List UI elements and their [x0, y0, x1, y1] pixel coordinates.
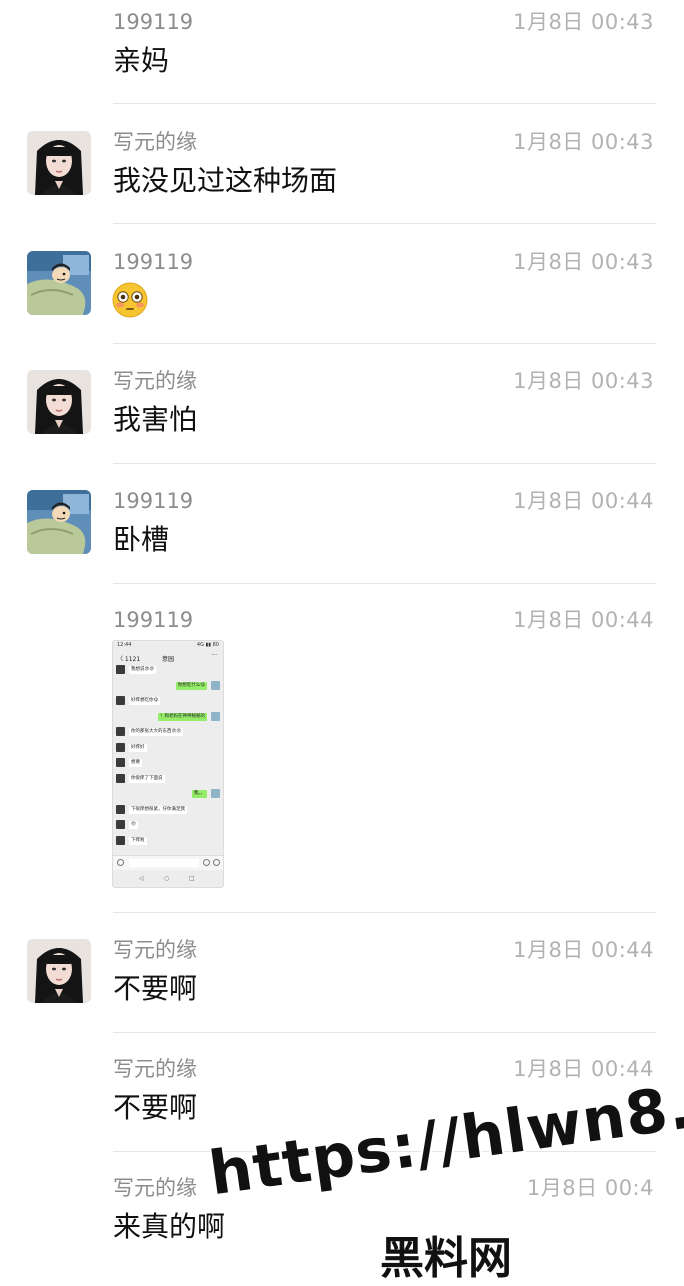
- chat-screenshot-image[interactable]: 12:44 4G ▮▮ 80 〈 1121 意园 ··· 我想说😡😡 你想吃什么😋…: [112, 640, 224, 888]
- avatar-girl[interactable]: [27, 370, 91, 434]
- message-text: 亲妈: [113, 44, 170, 77]
- thumb-bubble: 我。。: [191, 790, 207, 798]
- thumb-avatar: [116, 758, 125, 767]
- message-item[interactable]: 199119 1月8日 00:43: [0, 224, 684, 344]
- sender-name: 写元的缘: [113, 1176, 197, 1200]
- thumb-message-row: 好痒好: [113, 742, 223, 754]
- thumb-input-box: [129, 859, 199, 867]
- avatar-girl[interactable]: [27, 939, 91, 1003]
- message-time: 1月8日 00:44: [513, 608, 654, 632]
- thumb-message-row: 我想说😡😡: [113, 665, 223, 676]
- thumb-avatar: [116, 727, 125, 736]
- thumb-bubble: 你的那张大大的东西😡😡: [129, 728, 183, 736]
- thumb-message-row: 下很痒想很紧，仔你满足我: [113, 804, 223, 816]
- message-text: 我没见过这种场面: [113, 164, 338, 197]
- thumb-voice-icon: [117, 859, 124, 866]
- thumb-bubble: 😠: [129, 821, 138, 829]
- thumb-avatar: [116, 835, 125, 845]
- thumb-title: 意园: [161, 656, 174, 663]
- thumb-avatar: [211, 789, 220, 798]
- message-time: 1月8日 00:4: [526, 1176, 654, 1200]
- message-time: 1月8日 00:44: [513, 938, 654, 962]
- message-text: 不要啊: [113, 1091, 198, 1124]
- thumb-bubble: 好痒想吃你😋: [129, 697, 161, 705]
- thumb-bubble: 想要: [129, 759, 142, 767]
- thumb-bubble: 下痒啦: [129, 836, 147, 845]
- message-item[interactable]: 199119 1月8日 00:44 卧槽: [0, 464, 684, 584]
- message-item[interactable]: 写元的缘 1月8日 00:44 不要啊: [0, 914, 684, 1034]
- thumb-message-row: 你很痒了下面说: [113, 773, 223, 785]
- thumb-avatar: [116, 742, 125, 752]
- thumb-status-icons: 4G ▮▮ 80: [196, 642, 219, 648]
- thumb-avatar: [116, 820, 125, 829]
- thumb-message-row: 好痒想吃你😋: [113, 696, 223, 707]
- message-time: 1月8日 00:43: [513, 250, 654, 274]
- sender-name: 199119: [113, 489, 194, 513]
- message-time: 1月8日 00:43: [513, 10, 654, 34]
- message-text: 来真的啊: [113, 1210, 226, 1243]
- thumb-bubble: 下很痒想很紧，仔你满足我: [129, 805, 187, 814]
- thumb-more-icon: ···: [211, 652, 217, 659]
- thumb-bubble: 我想说😡😡: [129, 666, 156, 674]
- sender-name: 写元的缘: [113, 130, 197, 154]
- thumb-message-row: 你的那张大大的东西😡😡: [113, 727, 223, 738]
- divider: [113, 912, 656, 913]
- sender-name: 199119: [113, 10, 194, 34]
- thumb-message-row: 我。。: [113, 789, 223, 800]
- thumb-emoji-icon: [203, 859, 210, 866]
- thumb-avatar: [116, 665, 125, 674]
- avatar-girl[interactable]: [27, 131, 91, 195]
- thumb-bubble: 你很痒了下面说: [129, 774, 165, 783]
- thumb-bubble: ！和老妈在神神秘秘的: [158, 712, 207, 721]
- thumb-message-row: 下痒啦: [113, 835, 223, 847]
- thumb-avatar: [116, 804, 125, 814]
- thumb-message-row: 你想吃什么😋: [113, 680, 223, 692]
- thumb-nav-bar: ◁ ○ □: [113, 871, 223, 887]
- thumb-nav-recent-icon: □: [189, 875, 195, 882]
- thumb-bubble: 你想吃什么😋: [175, 681, 207, 690]
- thumb-message-row: ！和老妈在神神秘秘的: [113, 711, 223, 723]
- sender-name: 写元的缘: [113, 369, 197, 393]
- thumb-nav-back-icon: ◁: [139, 875, 144, 882]
- message-item[interactable]: 写元的缘 1月8日 00:43 我没见过这种场面: [0, 104, 684, 224]
- message-time: 1月8日 00:44: [513, 1057, 654, 1081]
- thumb-avatar: [211, 711, 220, 721]
- message-item[interactable]: 写元的缘 1月8日 00:43 我害怕: [0, 344, 684, 464]
- thumb-message-row: 想要: [113, 758, 223, 769]
- sender-name: 199119: [113, 608, 194, 632]
- thumb-message-row: 😠: [113, 820, 223, 831]
- thumb-input-bar: [113, 855, 223, 870]
- thumb-status-time: 12:44: [117, 642, 132, 648]
- thumb-bubble: 好痒好: [129, 743, 147, 752]
- thumb-status-bar: 12:44 4G ▮▮ 80: [113, 641, 223, 650]
- thumb-nav-home-icon: ○: [164, 875, 170, 882]
- watermark-site-name: 黑料网: [380, 1233, 512, 1284]
- message-time: 1月8日 00:43: [513, 369, 654, 393]
- message-text: 我害怕: [113, 403, 198, 436]
- sender-name: 写元的缘: [113, 938, 197, 962]
- avatar-cartoon[interactable]: [27, 490, 91, 554]
- thumb-avatar: [116, 696, 125, 705]
- message-time: 1月8日 00:43: [513, 130, 654, 154]
- message-item[interactable]: 199119 1月8日 00:44: [0, 584, 684, 914]
- message-text: 不要啊: [113, 972, 198, 1005]
- avatar-cartoon[interactable]: [27, 251, 91, 315]
- message-time: 1月8日 00:44: [513, 489, 654, 513]
- thumb-title-bar: 〈 1121 意园 ···: [113, 652, 223, 664]
- sender-name: 写元的缘: [113, 1057, 197, 1081]
- thumb-avatar: [116, 773, 125, 783]
- message-text: 卧槽: [113, 523, 170, 556]
- flushed-face-emoji: [112, 282, 148, 318]
- thumb-plus-icon: [213, 859, 220, 866]
- thumb-avatar: [211, 680, 220, 690]
- sender-name: 199119: [113, 250, 194, 274]
- message-item[interactable]: 199119 1月8日 00:43 亲妈: [0, 0, 684, 104]
